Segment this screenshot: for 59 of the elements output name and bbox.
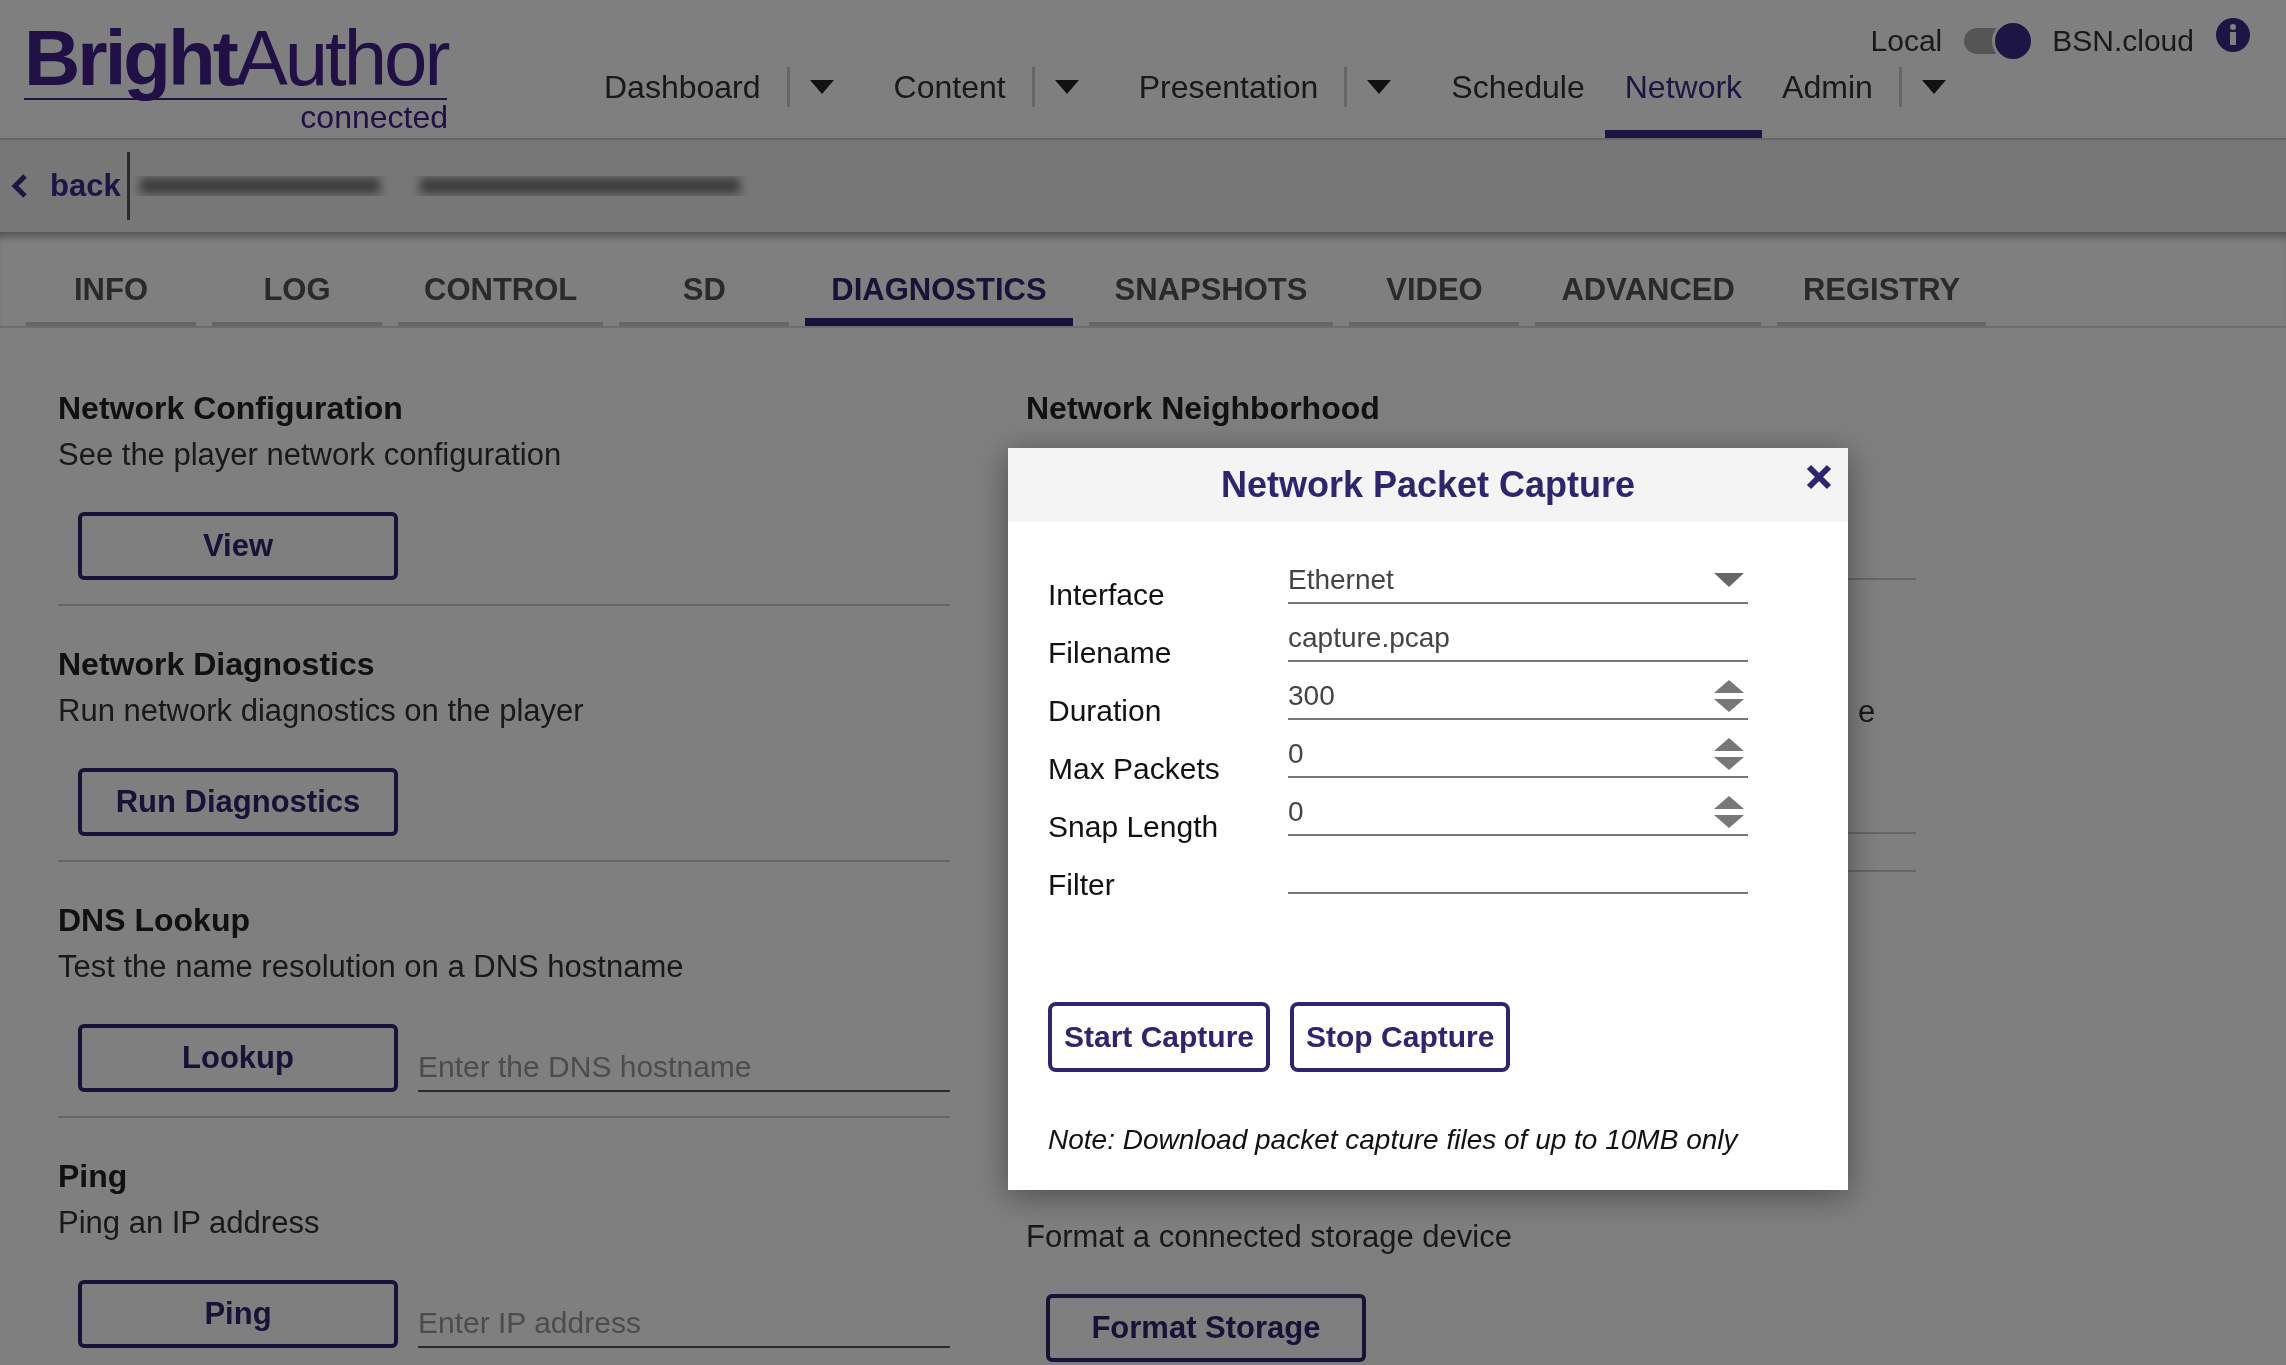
logo[interactable]: BrightAuthor connected [24, 18, 454, 138]
field-label: Snap Length [1048, 810, 1220, 844]
action-button[interactable]: Run Diagnostics [78, 768, 398, 836]
tab[interactable]: SD [619, 262, 790, 326]
section-title: Ping [58, 1157, 129, 1196]
dialog-title: Network Packet Capture [1220, 464, 1636, 506]
dropdown-icon[interactable] [1714, 573, 1744, 587]
input-field[interactable]: 300 [1288, 674, 1748, 720]
nav-item[interactable]: Dashboard [584, 36, 781, 138]
field-label: Filename [1048, 636, 1173, 670]
input-field[interactable]: Ethernet [1288, 558, 1748, 604]
back-link[interactable]: back [0, 168, 121, 204]
caret-icon[interactable] [1367, 80, 1392, 94]
tab[interactable]: LOG [212, 262, 382, 326]
input-field[interactable]: capture.pcap [1288, 616, 1748, 662]
mode-label: Local [1870, 24, 1943, 58]
section-title: DNS Lookup [58, 901, 251, 940]
tab[interactable]: SNAPSHOTS [1088, 262, 1334, 326]
dialog-button[interactable]: Stop Capture [1290, 1002, 1511, 1072]
nav-item[interactable]: Schedule [1431, 36, 1605, 138]
tab[interactable]: VIDEO [1349, 262, 1520, 326]
nav-item[interactable]: Presentation [1118, 36, 1339, 138]
section-title: Network Neighborhood [1026, 389, 1381, 428]
dialog-button[interactable]: Start Capture [1048, 1002, 1271, 1072]
field-label: Duration [1048, 694, 1163, 728]
close-icon[interactable] [1806, 464, 1832, 490]
input-field[interactable]: 0 [1288, 732, 1748, 778]
section-description: e [1858, 693, 1876, 731]
section-description: Test the name resolution on a DNS hostname [58, 948, 685, 986]
action-button[interactable]: View [78, 512, 398, 580]
section-title: Network Diagnostics [58, 645, 376, 684]
section-description: Format a connected storage device [1026, 1218, 1513, 1256]
spinner-icon[interactable] [1714, 796, 1744, 828]
input-field[interactable]: 0 [1288, 790, 1748, 836]
action-button[interactable]: Lookup [78, 1024, 398, 1092]
caret-icon[interactable] [809, 80, 834, 94]
section-description: Ping an IP address [58, 1204, 321, 1242]
spinner-icon[interactable] [1714, 738, 1744, 770]
mode-label: BSN.cloud [2052, 24, 2194, 58]
section-description: Run network diagnostics on the player [58, 692, 585, 730]
tab[interactable]: INFO [26, 262, 196, 326]
section-description: See the player network configuration [58, 436, 563, 474]
spinner-icon[interactable] [1714, 680, 1744, 712]
section-title: Network Configuration [58, 389, 404, 428]
chevron-left-icon [10, 173, 28, 199]
field-label: Filter [1048, 868, 1116, 902]
tab[interactable]: ADVANCED [1535, 262, 1761, 326]
note-text: Note: Download packet capture files of up to 10MB only [1048, 1124, 1740, 1156]
field-label: Max Packets [1048, 752, 1221, 786]
action-button[interactable]: Format Storage [1046, 1294, 1366, 1362]
tab[interactable]: DIAGNOSTICS [805, 262, 1073, 326]
caret-icon[interactable] [1921, 80, 1946, 94]
nav-item[interactable]: Content [873, 36, 1026, 138]
info-icon[interactable] [2216, 18, 2250, 52]
field-label: Interface [1048, 578, 1166, 612]
tab[interactable]: CONTROL [398, 262, 604, 326]
action-button[interactable]: Ping [78, 1280, 398, 1348]
caret-icon[interactable] [1054, 80, 1079, 94]
tab[interactable]: REGISTRY [1776, 262, 1987, 326]
